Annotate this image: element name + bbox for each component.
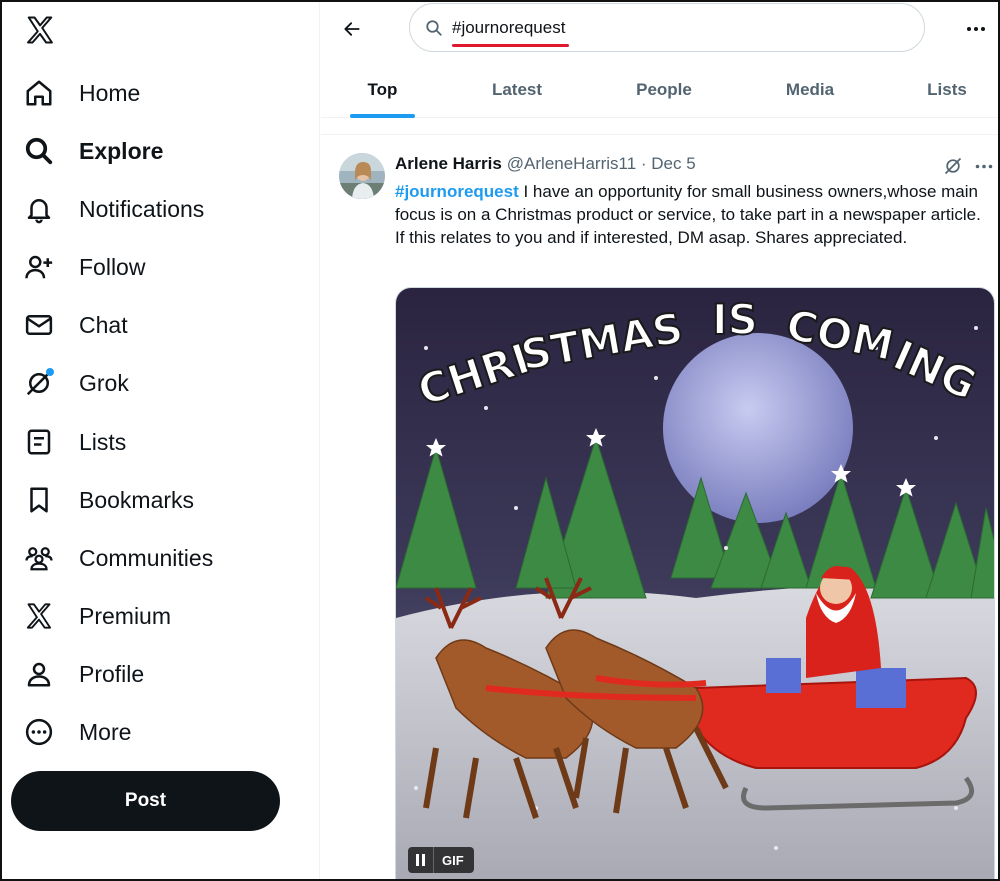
- sidebar-item-label: Home: [79, 79, 141, 106]
- back-arrow-icon[interactable]: [335, 12, 369, 46]
- sidebar-item-notifications[interactable]: Notifications: [22, 187, 204, 231]
- sidebar-item-label: Premium: [79, 602, 172, 629]
- post-button[interactable]: Post: [11, 771, 280, 831]
- sidebar-item-home[interactable]: Home: [22, 71, 140, 115]
- avatar[interactable]: [339, 153, 385, 199]
- tweet-header: Arlene Harris @ArleneHarris11 · Dec 5: [395, 154, 696, 174]
- tweet-more-icon[interactable]: [971, 154, 997, 178]
- search-icon: [22, 134, 56, 168]
- divider: [321, 134, 1000, 135]
- sidebar-item-bookmarks[interactable]: Bookmarks: [22, 478, 194, 522]
- tab-top[interactable]: Top: [350, 62, 415, 118]
- sidebar-item-label: Communities: [79, 544, 214, 571]
- sidebar-item-label: Lists: [79, 428, 127, 455]
- tweet-author[interactable]: Arlene Harris: [395, 154, 502, 174]
- grok-icon: [22, 366, 56, 400]
- tab-people[interactable]: People: [624, 62, 704, 118]
- gif-label: GIF: [442, 852, 464, 868]
- search-input[interactable]: #journorequest: [409, 3, 925, 52]
- tweet-handle-date[interactable]: @ArleneHarris11 · Dec 5: [507, 154, 696, 174]
- hashtag-link[interactable]: #journorequest: [395, 182, 519, 201]
- sidebar-item-lists[interactable]: Lists: [22, 420, 126, 464]
- x-logo-icon[interactable]: [22, 12, 58, 48]
- sidebar-item-label: More: [79, 718, 132, 745]
- search-tabs: Top Latest People Media Lists: [321, 62, 1000, 118]
- sidebar-item-label: Grok: [79, 369, 129, 396]
- sidebar-item-profile[interactable]: Profile: [22, 652, 144, 696]
- grok-icon[interactable]: [941, 154, 965, 178]
- christmas-gif-image: CHRI STMAS IS COM ING: [396, 288, 994, 881]
- sidebar-item-communities[interactable]: Communities: [22, 536, 213, 580]
- sidebar-item-more[interactable]: More: [22, 710, 131, 754]
- sidebar-item-label: Explore: [79, 137, 164, 164]
- sidebar-item-follow[interactable]: Follow: [22, 245, 145, 289]
- active-tab-indicator: [350, 114, 415, 118]
- sidebar-item-label: Follow: [79, 253, 146, 280]
- search-query: #journorequest: [452, 17, 566, 37]
- tweet-gif[interactable]: CHRI STMAS IS COM ING GIF: [395, 287, 995, 881]
- main-column: #journorequest Top Latest People Media L…: [321, 0, 1000, 881]
- tab-media[interactable]: Media: [775, 62, 845, 118]
- sidebar-item-label: Chat: [79, 311, 128, 338]
- sidebar-item-label: Bookmarks: [79, 486, 195, 513]
- follow-icon: [22, 250, 56, 284]
- more-circle-icon: [22, 715, 56, 749]
- bell-icon: [22, 192, 56, 226]
- x-logo-icon: [22, 599, 56, 633]
- mail-icon: [22, 308, 56, 342]
- more-options-icon[interactable]: [961, 14, 991, 44]
- search-query-wrap: #journorequest: [452, 17, 569, 47]
- communities-icon: [22, 541, 56, 575]
- sidebar-item-label: Notifications: [79, 195, 205, 222]
- tab-lists[interactable]: Lists: [919, 62, 975, 118]
- notification-dot: [46, 368, 54, 376]
- home-icon: [22, 76, 56, 110]
- sidebar: Home Explore Notifications Follow Chat G…: [0, 0, 320, 881]
- bookmark-icon: [22, 483, 56, 517]
- sidebar-item-chat[interactable]: Chat: [22, 303, 128, 347]
- sidebar-item-premium[interactable]: Premium: [22, 594, 171, 638]
- gif-badge[interactable]: GIF: [408, 847, 474, 873]
- sidebar-item-label: Profile: [79, 660, 145, 687]
- highlight-underline: [452, 43, 569, 47]
- sidebar-item-explore[interactable]: Explore: [22, 129, 163, 173]
- search-icon: [424, 18, 444, 38]
- list-icon: [22, 425, 56, 459]
- tab-latest[interactable]: Latest: [481, 62, 553, 118]
- sidebar-item-grok[interactable]: Grok: [22, 361, 129, 405]
- svg-text:IS: IS: [712, 295, 758, 344]
- person-icon: [22, 657, 56, 691]
- pause-icon[interactable]: [408, 847, 434, 873]
- tweet-text: #journorequest I have an opportunity for…: [395, 180, 987, 249]
